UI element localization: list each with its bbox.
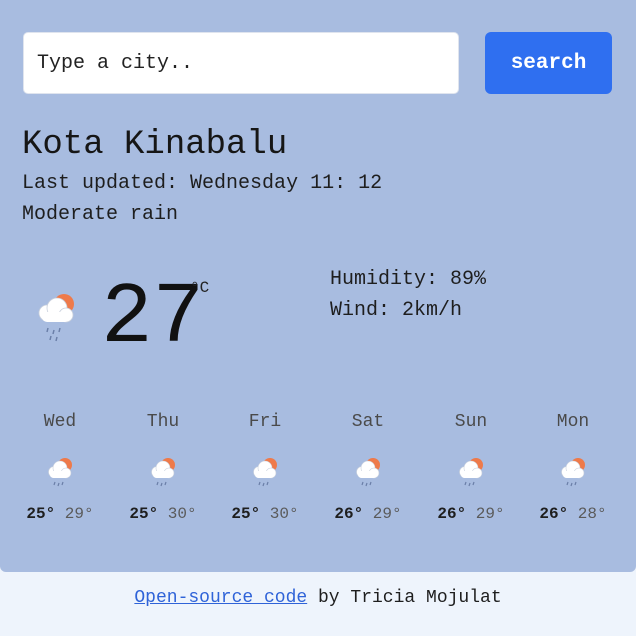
forecast-min-temp: 29° xyxy=(475,505,505,523)
humidity-value: 89% xyxy=(450,268,487,291)
forecast-temps: 25° 29° xyxy=(10,505,110,523)
forecast-min-temp: 29° xyxy=(372,505,402,523)
sun-behind-rain-cloud-icon xyxy=(356,458,380,487)
forecast-min-temp: 30° xyxy=(167,505,197,523)
forecast-day: Wed 25° 29° xyxy=(10,409,110,523)
forecast-day: Mon 26° 28° xyxy=(523,409,623,523)
forecast-day-name: Sat xyxy=(351,412,385,432)
last-updated-value: Wednesday 11: 12 xyxy=(190,172,383,195)
forecast-day-name: Mon xyxy=(556,412,590,432)
forecast-max-temp: 25° xyxy=(129,505,159,523)
last-updated-label: Last updated: xyxy=(22,172,179,195)
sun-behind-rain-cloud-icon xyxy=(151,458,175,487)
city-search-input[interactable] xyxy=(23,32,459,94)
forecast-max-temp: 26° xyxy=(539,505,569,523)
search-button[interactable]: search xyxy=(485,32,612,94)
forecast-day-name: Fri xyxy=(248,412,282,432)
footer: Open-source code by Tricia Mojulat xyxy=(0,588,636,608)
sun-behind-rain-cloud-icon xyxy=(459,458,483,487)
forecast-temps: 26° 29° xyxy=(318,505,418,523)
weather-description: Moderate rain xyxy=(22,203,179,226)
forecast-day: Thu 25° 30° xyxy=(113,409,213,523)
last-updated: Last updated: Wednesday 11: 12 xyxy=(22,172,382,195)
forecast-max-temp: 26° xyxy=(437,505,467,523)
weather-card: search Kota Kinabalu Last updated: Wedne… xyxy=(0,0,636,572)
forecast-temps: 26° 28° xyxy=(523,505,623,523)
sun-behind-rain-cloud-icon xyxy=(48,458,72,487)
sun-behind-rain-cloud-icon xyxy=(38,294,74,342)
wind-label: Wind: xyxy=(330,299,391,322)
footer-author: by Tricia Mojulat xyxy=(318,588,502,608)
forecast-temps: 25° 30° xyxy=(113,505,213,523)
forecast-temps: 26° 29° xyxy=(421,505,521,523)
forecast-day-name: Sun xyxy=(454,412,488,432)
forecast-min-temp: 29° xyxy=(64,505,94,523)
current-temperature: 27 xyxy=(101,269,205,367)
forecast-temps: 25° 30° xyxy=(215,505,315,523)
forecast-day: Sat 26° 29° xyxy=(318,409,418,523)
forecast-max-temp: 25° xyxy=(231,505,261,523)
wind: Wind: 2km/h xyxy=(330,299,462,322)
sun-behind-rain-cloud-icon xyxy=(253,458,277,487)
forecast-min-temp: 28° xyxy=(577,505,607,523)
forecast-day: Fri 25° 30° xyxy=(215,409,315,523)
forecast-day-name: Thu xyxy=(146,412,180,432)
wind-value: 2km/h xyxy=(402,299,463,322)
forecast-min-temp: 30° xyxy=(269,505,299,523)
forecast-max-temp: 26° xyxy=(334,505,364,523)
forecast-day-name: Wed xyxy=(43,412,77,432)
forecast-day: Sun 26° 29° xyxy=(421,409,521,523)
forecast-max-temp: 25° xyxy=(26,505,56,523)
open-source-code-link[interactable]: Open-source code xyxy=(134,588,307,608)
city-name: Kota Kinabalu xyxy=(22,126,288,164)
temperature-unit[interactable]: °C xyxy=(190,279,209,297)
sun-behind-rain-cloud-icon xyxy=(561,458,585,487)
humidity-label: Humidity: xyxy=(330,268,439,291)
humidity: Humidity: 89% xyxy=(330,268,486,291)
